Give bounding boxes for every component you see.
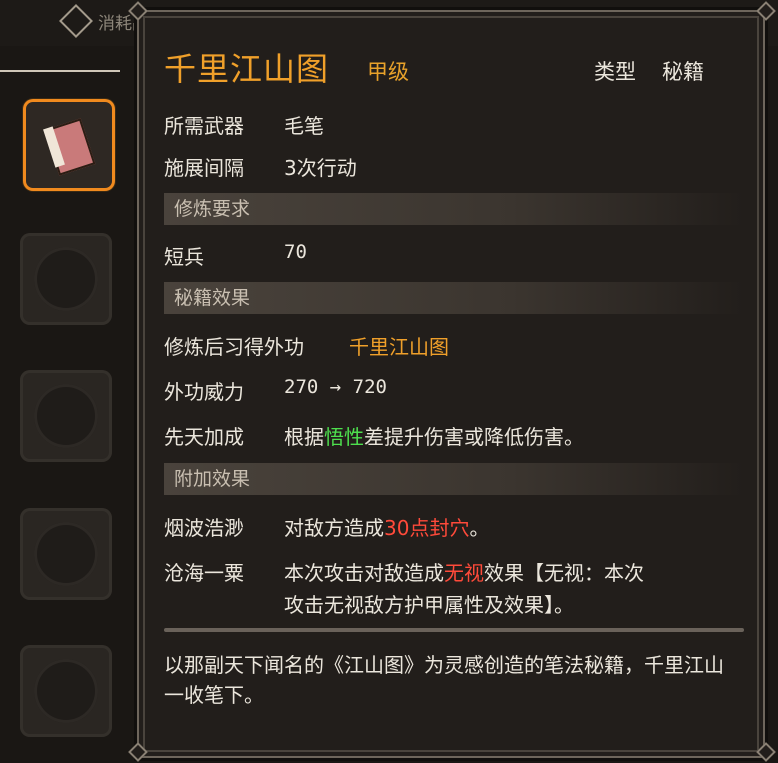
power-label: 外功威力: [164, 380, 244, 404]
requirement-value: 70: [284, 241, 307, 263]
book-icon: [41, 117, 97, 176]
interval-row: 施展间隔 3次行动: [164, 152, 357, 181]
section-extra: 附加效果: [164, 463, 744, 495]
flavor-text: 以那副天下闻名的《江山图》为灵感创造的笔法秘籍，千里江山一收笔下。: [164, 653, 724, 707]
learn-row: 修炼后习得外功 千里江山图: [164, 331, 449, 360]
power-value: 270 → 720: [284, 376, 387, 398]
extra2-row-cont: 攻击无视敌方护甲属性及效果】。: [284, 593, 574, 617]
inventory-slot[interactable]: [20, 645, 112, 737]
extra2-text-pre: 本次攻击对敌造成: [284, 561, 444, 585]
extra2-text-post: 效果【无视：本次: [484, 561, 644, 585]
learn-label: 修炼后习得外功: [164, 335, 304, 359]
extra2-text: 本次攻击对敌造成无视效果【无视：本次: [284, 557, 644, 586]
inventory-slot-selected[interactable]: [23, 99, 115, 191]
tooltip-divider: [164, 628, 744, 632]
interval-label: 施展间隔: [164, 156, 244, 180]
extra1-highlight: 30点封穴: [384, 516, 470, 540]
item-type-value: 秘籍: [662, 60, 704, 84]
innate-row: 先天加成 根据悟性差提升伤害或降低伤害。: [164, 421, 584, 450]
extra2-row: 沧海一粟 本次攻击对敌造成无视效果【无视：本次: [164, 557, 644, 586]
weapon-label: 所需武器: [164, 114, 244, 138]
extra1-label: 烟波浩渺: [164, 516, 244, 540]
extra2-label: 沧海一粟: [164, 561, 244, 585]
extra1-text: 对敌方造成30点封穴。: [284, 512, 489, 541]
innate-label: 先天加成: [164, 425, 244, 449]
weapon-value: 毛笔: [284, 114, 324, 138]
extra1-text-pre: 对敌方造成: [284, 516, 384, 540]
inventory-slot[interactable]: [20, 370, 112, 462]
item-grade: 甲级: [367, 60, 409, 84]
active-tab-underline: [0, 70, 120, 72]
learn-value: 千里江山图: [349, 335, 449, 359]
innate-highlight: 悟性: [324, 425, 364, 449]
innate-text-pre: 根据: [284, 425, 324, 449]
section-requirements: 修炼要求: [164, 193, 744, 225]
item-type-label: 类型: [594, 60, 636, 84]
inventory-slot[interactable]: [20, 508, 112, 600]
innate-text: 根据悟性差提升伤害或降低伤害。: [284, 421, 584, 450]
section-effects: 秘籍效果: [164, 282, 744, 314]
innate-text-post: 差提升伤害或降低伤害。: [364, 425, 584, 449]
extra2-highlight: 无视: [444, 561, 484, 585]
diamond-tab-icon: [59, 4, 93, 38]
extra1-row: 烟波浩渺 对敌方造成30点封穴。: [164, 512, 489, 541]
item-title: 千里江山图: [164, 50, 330, 88]
weapon-row: 所需武器 毛笔: [164, 110, 324, 139]
inventory-slot[interactable]: [20, 233, 112, 325]
extra1-text-post: 。: [469, 516, 490, 540]
interval-value: 3次行动: [284, 156, 357, 180]
requirement-row: 短兵 70: [164, 241, 307, 270]
requirement-label: 短兵: [164, 245, 204, 269]
power-row: 外功威力 270 → 720: [164, 376, 387, 405]
